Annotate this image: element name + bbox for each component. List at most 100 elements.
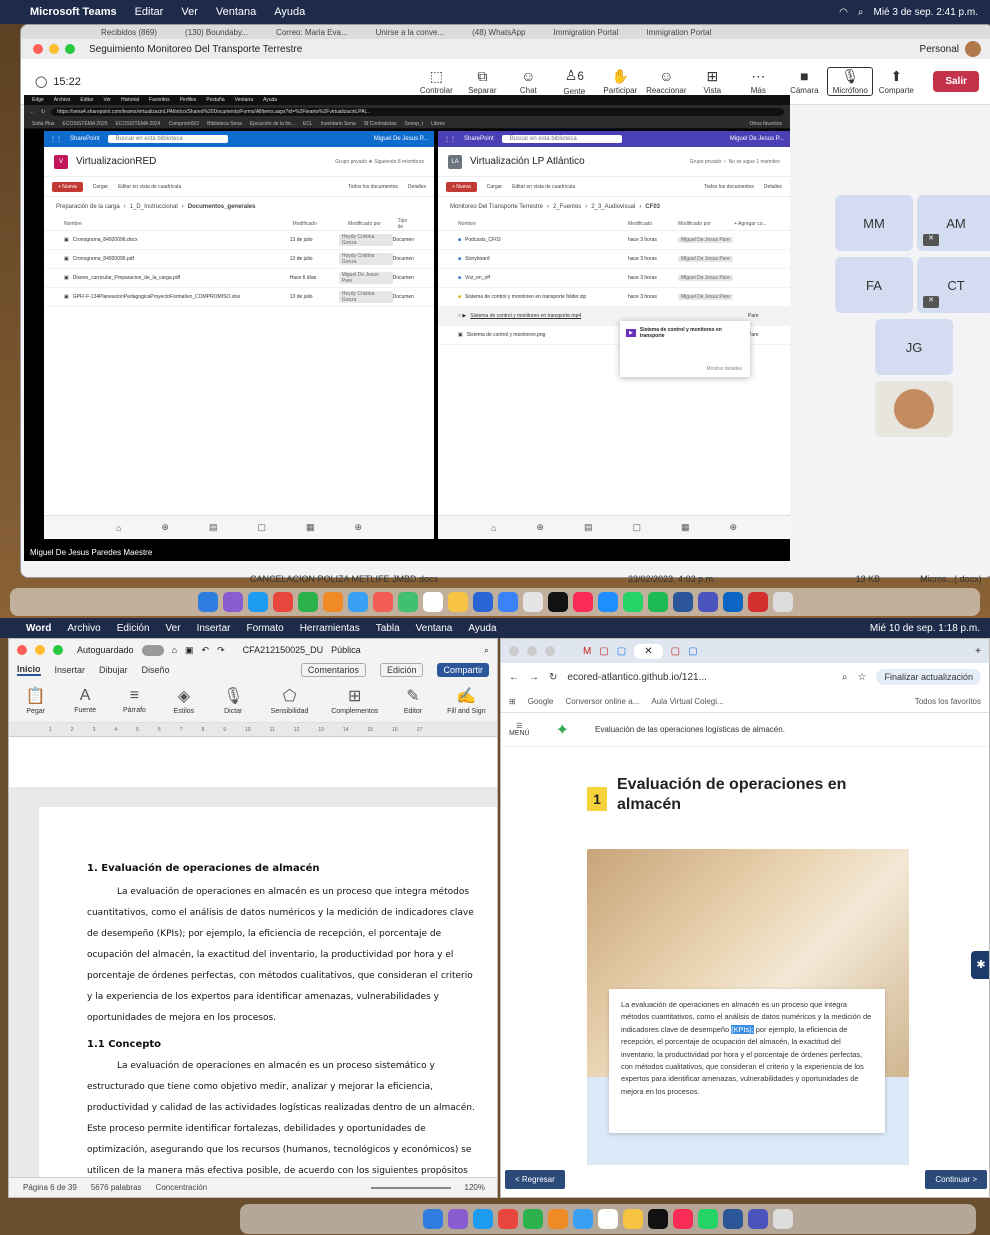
menu-view[interactable]: Ver: [181, 6, 198, 18]
tv-icon[interactable]: [547, 592, 568, 612]
close-button[interactable]: [33, 44, 43, 54]
selected-text[interactable]: (KPIs);: [731, 1024, 754, 1034]
accessibility-icon[interactable]: ✱: [971, 951, 989, 979]
camera-button[interactable]: ■ Cámara: [781, 68, 827, 95]
document-name[interactable]: CFA212150025_DU: [243, 645, 324, 655]
editor-button[interactable]: ✎ Editor: [392, 686, 433, 715]
participant-tile[interactable]: JG: [875, 319, 953, 375]
menu-edit[interactable]: Editar: [135, 6, 164, 18]
save-icon[interactable]: ▣: [185, 645, 194, 656]
preview-icon[interactable]: [497, 592, 518, 612]
document-page[interactable]: 1. Evaluación de operaciones de almacén …: [39, 807, 497, 1197]
tab[interactable]: ▢: [617, 646, 626, 657]
word-icon[interactable]: [723, 1209, 743, 1229]
minimize-button[interactable]: [35, 645, 45, 655]
new-tab-button[interactable]: +: [975, 646, 981, 657]
tab-design[interactable]: Diseño: [142, 665, 170, 675]
clock[interactable]: Mié 3 de sep. 2:41 p.m.: [873, 7, 978, 18]
more-button[interactable]: ⋯ Más: [735, 68, 781, 95]
messages-icon[interactable]: [523, 1209, 543, 1229]
calendar-icon[interactable]: [422, 592, 443, 612]
teams-icon[interactable]: [697, 592, 718, 612]
close-button[interactable]: [17, 645, 27, 655]
leave-button[interactable]: Salir: [933, 71, 979, 92]
menu-item[interactable]: Herramientas: [300, 623, 360, 634]
file-row[interactable]: ▣ Diseno_curricular_Preparacion_de_la_ca…: [44, 269, 434, 288]
file-row[interactable]: ■ Sistema de control y monitoreo en trans…: [438, 288, 790, 307]
participant-tile[interactable]: FA: [835, 257, 913, 313]
wifi-icon[interactable]: ◠: [839, 7, 848, 18]
people-button[interactable]: ♙6 Gente: [551, 67, 597, 96]
zoom-level[interactable]: 120%: [465, 1183, 485, 1192]
addins-button[interactable]: ⊞ Complementos: [325, 686, 384, 715]
share-button[interactable]: ⬆ Comparte: [873, 68, 919, 95]
profile-label[interactable]: Personal: [920, 44, 959, 55]
tab[interactable]: Unirse a la conve...: [376, 28, 444, 37]
paragraph-button[interactable]: ≡ Párrafo: [114, 687, 155, 714]
home-icon[interactable]: ⌂: [172, 645, 177, 655]
launchpad-icon[interactable]: [448, 1209, 468, 1229]
textedit-icon[interactable]: [522, 592, 543, 612]
tab-home[interactable]: Inicio: [17, 664, 41, 676]
folder-row[interactable]: ■ Podcasts_CF03 hace 3 horas Miguel De Jesu…: [438, 231, 790, 250]
bookmark[interactable]: Google: [528, 697, 554, 706]
font-button[interactable]: A Fuente: [64, 687, 105, 714]
finder-icon[interactable]: [197, 592, 218, 612]
tab[interactable]: Correo: Maria Eva...: [276, 28, 348, 37]
folder-row[interactable]: ■ Voz_en_off hace 3 horas Miguel De Jesus P…: [438, 269, 790, 288]
styles-button[interactable]: ◈ Estilos: [163, 686, 204, 715]
trash-icon[interactable]: [773, 1209, 793, 1229]
menu-item[interactable]: Ventana: [416, 623, 453, 634]
menu-item[interactable]: Ver: [166, 623, 181, 634]
zoom-button[interactable]: [53, 645, 63, 655]
file-row[interactable]: ▣ Cronograma_84920096.docx 13 de julio Hey…: [44, 231, 434, 250]
fill-sign-button[interactable]: ✍ Fill and Sign: [442, 686, 491, 715]
visibility-label[interactable]: Pública: [331, 645, 361, 655]
tab-insert[interactable]: Insertar: [55, 665, 86, 675]
whatsapp-icon[interactable]: [622, 592, 643, 612]
back-icon[interactable]: ←: [509, 672, 519, 683]
forward-icon[interactable]: →: [529, 672, 539, 683]
continue-button[interactable]: Continuar >: [925, 1170, 987, 1189]
launchpad-icon[interactable]: [222, 592, 243, 612]
menu-app[interactable]: Word: [26, 623, 51, 634]
menu-item[interactable]: Formato: [246, 623, 283, 634]
safari-icon[interactable]: [473, 1209, 493, 1229]
outlook-icon[interactable]: [722, 592, 743, 612]
menu-button[interactable]: ☰ MENÚ: [509, 722, 530, 737]
zoom-button[interactable]: [65, 44, 75, 54]
search-icon[interactable]: ⌕: [858, 7, 864, 18]
mail-icon[interactable]: [347, 592, 368, 612]
participant-tile[interactable]: MM: [835, 195, 913, 251]
appstore-icon[interactable]: [472, 592, 493, 612]
star-icon[interactable]: ☆: [857, 672, 866, 683]
comments-button[interactable]: Comentarios: [300, 663, 366, 677]
zoom-button[interactable]: [545, 646, 555, 656]
zoom-slider[interactable]: [370, 1186, 451, 1189]
safari-icon[interactable]: [247, 592, 268, 612]
menu-window[interactable]: Ventana: [216, 6, 256, 18]
file-row[interactable]: ▣ Cronograma_84920096.pdf 13 de julio Heyd…: [44, 250, 434, 269]
view-button[interactable]: ⊞ Vista: [689, 68, 735, 95]
menu-app[interactable]: Microsoft Teams: [30, 6, 117, 18]
tab-draw[interactable]: Dibujar: [99, 665, 128, 675]
dictate-button[interactable]: 🎙 Dictar: [213, 686, 254, 715]
menu-item[interactable]: Edición: [117, 623, 150, 634]
menu-item[interactable]: Ayuda: [468, 623, 496, 634]
trash-icon[interactable]: [772, 592, 793, 612]
redo-icon[interactable]: ↷: [217, 645, 225, 656]
apps-icon[interactable]: ⊞: [509, 697, 516, 706]
document-area[interactable]: 1. Evaluación de operaciones de almacén …: [9, 787, 497, 1197]
firefox-icon[interactable]: [322, 592, 343, 612]
zoom-icon[interactable]: ⌕: [842, 672, 848, 683]
control-button[interactable]: ⬚ Controlar: [413, 68, 459, 95]
react-button[interactable]: ☺ Reaccionar: [643, 68, 689, 95]
autosave-toggle[interactable]: [141, 644, 164, 656]
firefox-icon[interactable]: [548, 1209, 568, 1229]
hover-card[interactable]: ▶ Sistema de control y monitoreo en trans…: [620, 321, 750, 377]
chat-button[interactable]: ☺ Chat: [505, 68, 551, 95]
share-button[interactable]: Compartir: [437, 663, 489, 677]
avatar[interactable]: [965, 41, 981, 57]
menu-item[interactable]: Archivo: [67, 623, 100, 634]
active-tab[interactable]: ✕: [634, 643, 663, 659]
